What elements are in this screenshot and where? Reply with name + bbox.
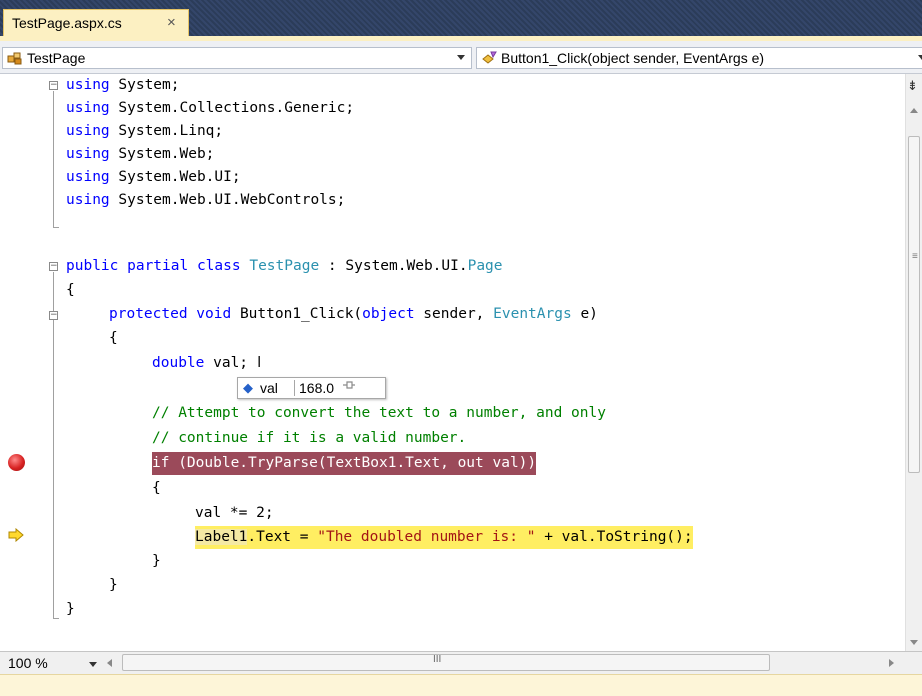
code-line: // Attempt to convert the text to a numb…	[152, 405, 606, 421]
code-line: // continue if it is a valid number.	[152, 430, 467, 446]
code-line: using System.Web.UI.WebControls;	[66, 192, 346, 208]
navigation-bar: TestPage Button1_Click(object sender, Ev…	[0, 41, 922, 74]
current-statement-arrow-icon[interactable]	[8, 527, 24, 545]
editor-bottom-bar: 100 % III	[0, 651, 922, 696]
pin-icon[interactable]	[342, 379, 356, 394]
code-line: using System;	[66, 77, 180, 93]
member-dropdown-value: Button1_Click(object sender, EventArgs e…	[501, 50, 765, 66]
close-icon[interactable]: ×	[167, 14, 176, 31]
code-line: protected void Button1_Click(object send…	[109, 306, 598, 322]
vertical-scrollbar[interactable]: ⇟ ≡	[905, 74, 922, 651]
tab-label: TestPage.aspx.cs	[12, 15, 122, 31]
code-line: using System.Web.UI;	[66, 169, 241, 185]
grip-icon: III	[433, 654, 442, 665]
class-icon	[7, 50, 23, 69]
splitter-icon[interactable]: ⇟	[907, 78, 918, 94]
chevron-down-icon[interactable]	[89, 662, 97, 667]
code-line: double val;	[152, 355, 249, 371]
code-line: {	[66, 282, 75, 298]
outline-guide	[53, 227, 59, 228]
code-line: using System.Collections.Generic;	[66, 100, 355, 116]
scroll-down-icon[interactable]	[910, 640, 918, 645]
tab-testpage-aspx-cs[interactable]: TestPage.aspx.cs ×	[3, 9, 189, 37]
event-method-icon	[481, 50, 499, 69]
scroll-right-icon[interactable]	[889, 659, 894, 667]
chevron-down-icon[interactable]	[918, 55, 922, 60]
zoom-level[interactable]: 100 %	[8, 655, 48, 671]
datatip-variable-name: val	[260, 380, 278, 396]
status-strip	[0, 674, 922, 696]
scroll-left-icon[interactable]	[107, 659, 112, 667]
code-line: }	[152, 553, 161, 569]
code-line-current: Label1.Text = "The doubled number is: " …	[0, 526, 905, 549]
code-line: }	[66, 601, 75, 617]
code-line: {	[152, 480, 161, 496]
document-tab-strip: TestPage.aspx.cs ×	[0, 0, 922, 37]
code-line: val *= 2;	[195, 505, 274, 521]
datatip-variable-value[interactable]: 168.0	[299, 380, 334, 396]
code-line-breakpoint: if (Double.TryParse(TextBox1.Text, out v…	[0, 452, 905, 475]
text-cursor-icon: I	[257, 353, 262, 371]
vertical-scroll-thumb[interactable]: ≡	[908, 136, 920, 473]
class-dropdown-value: TestPage	[27, 50, 86, 66]
breakpoint-icon[interactable]	[8, 454, 25, 471]
code-line: }	[109, 577, 118, 593]
debugger-datatip[interactable]: ◆ val 168.0	[237, 377, 386, 399]
datatip-separator	[294, 380, 295, 396]
scroll-up-icon[interactable]	[910, 108, 918, 113]
code-editor[interactable]: − − − using System; using System.Collect…	[0, 74, 905, 651]
class-dropdown[interactable]: TestPage	[2, 47, 472, 69]
member-dropdown[interactable]: Button1_Click(object sender, EventArgs e…	[476, 47, 922, 69]
variable-icon: ◆	[243, 380, 253, 395]
code-line: {	[109, 330, 118, 346]
horizontal-scroll-thumb[interactable]: III	[122, 654, 770, 671]
grip-icon: ≡	[912, 251, 918, 262]
code-line: using System.Linq;	[66, 123, 224, 139]
code-line: using System.Web;	[66, 146, 215, 162]
code-line: public partial class TestPage : System.W…	[66, 258, 503, 274]
chevron-down-icon[interactable]	[457, 55, 465, 60]
